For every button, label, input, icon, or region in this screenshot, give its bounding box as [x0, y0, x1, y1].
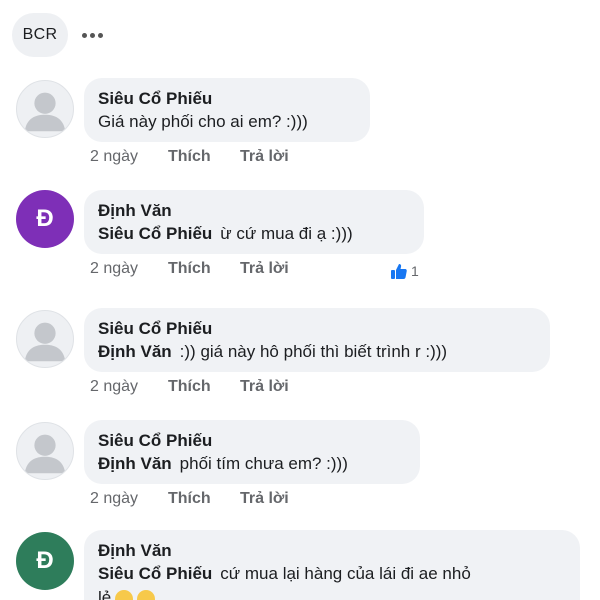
comment-text-line: Siêu Cổ Phiếu cứ mua lại hàng của lái đi … — [98, 562, 566, 586]
comment-author[interactable]: Siêu Cổ Phiếu — [98, 318, 536, 340]
comment-actions: 2 ngày Thích Trả lời — [90, 490, 289, 508]
comment-time[interactable]: 2 ngày — [90, 260, 168, 278]
comment-author[interactable]: Định Văn — [98, 200, 410, 222]
thumbs-up-icon — [390, 262, 408, 280]
comment-author[interactable]: Siêu Cổ Phiếu — [98, 430, 406, 452]
like-button[interactable]: Thích — [168, 378, 240, 396]
comment-thread: BCR Siêu Cổ Phiếu Giá này phối cho ai em… — [0, 0, 600, 600]
comment-text-line: Định Văn phối tím chưa em? :))) — [98, 452, 406, 476]
default-avatar-icon[interactable] — [16, 422, 74, 480]
reply-button[interactable]: Trả lời — [240, 260, 289, 278]
mention-link[interactable]: Định Văn — [98, 342, 172, 361]
comment-time[interactable]: 2 ngày — [90, 490, 168, 508]
group-chip[interactable]: BCR — [12, 13, 68, 57]
default-avatar-icon[interactable] — [16, 80, 74, 138]
mention-link[interactable]: Siêu Cổ Phiếu — [98, 224, 212, 243]
default-avatar-icon[interactable] — [16, 310, 74, 368]
reaction-summary[interactable]: 1 — [390, 262, 419, 280]
avatar-letter-icon[interactable]: Đ — [16, 190, 74, 248]
comment-actions: 2 ngày Thích Trả lời — [90, 148, 289, 166]
comment-bubble: Định Văn Siêu Cổ Phiếu cứ mua lại hàng củ… — [84, 530, 580, 600]
comment-text-line-2: lẻ — [98, 586, 566, 600]
comment-text: Giá này phối cho ai em? :))) — [98, 112, 308, 131]
comment-author[interactable]: Siêu Cổ Phiếu — [98, 88, 356, 110]
crying-laughing-emoji-icon — [137, 589, 156, 600]
comment-text: ừ cứ mua đi ạ :))) — [220, 224, 353, 243]
like-button[interactable]: Thích — [168, 260, 240, 278]
comment-bubble: Định Văn Siêu Cổ Phiếu ừ cứ mua đi ạ :))) — [84, 190, 424, 254]
comment-text-continued: lẻ — [98, 588, 112, 600]
comment-author[interactable]: Định Văn — [98, 540, 566, 562]
comment-actions: 2 ngày Thích Trả lời — [90, 260, 289, 278]
more-options-icon[interactable] — [82, 32, 103, 38]
comment-bubble: Siêu Cổ Phiếu Định Văn :)) giá này hô phố… — [84, 308, 550, 372]
comment-text: cứ mua lại hàng của lái đi ae nhỏ — [220, 564, 471, 583]
mention-link[interactable]: Định Văn — [98, 454, 172, 473]
crying-laughing-emoji-icon — [115, 589, 134, 600]
comment-text-line: Siêu Cổ Phiếu ừ cứ mua đi ạ :))) — [98, 222, 410, 246]
comment-bubble: Siêu Cổ Phiếu Định Văn phối tím chưa em? … — [84, 420, 420, 484]
reply-button[interactable]: Trả lời — [240, 378, 289, 396]
comment-actions: 2 ngày Thích Trả lời — [90, 378, 289, 396]
comment-text-line: Định Văn :)) giá này hô phối thì biết trì… — [98, 340, 536, 364]
mention-link[interactable]: Siêu Cổ Phiếu — [98, 564, 212, 583]
like-button[interactable]: Thích — [168, 490, 240, 508]
like-button[interactable]: Thích — [168, 148, 240, 166]
avatar-letter-icon[interactable]: Đ — [16, 532, 74, 590]
comment-bubble: Siêu Cổ Phiếu Giá này phối cho ai em? :)… — [84, 78, 370, 142]
top-bar: BCR — [12, 13, 103, 57]
comment-text: phối tím chưa em? :))) — [179, 454, 348, 473]
reaction-count: 1 — [411, 263, 419, 279]
comment-time[interactable]: 2 ngày — [90, 378, 168, 396]
reply-button[interactable]: Trả lời — [240, 490, 289, 508]
comment-time[interactable]: 2 ngày — [90, 148, 168, 166]
reply-button[interactable]: Trả lời — [240, 148, 289, 166]
comment-text: :)) giá này hô phối thì biết trình r :))… — [179, 342, 448, 361]
